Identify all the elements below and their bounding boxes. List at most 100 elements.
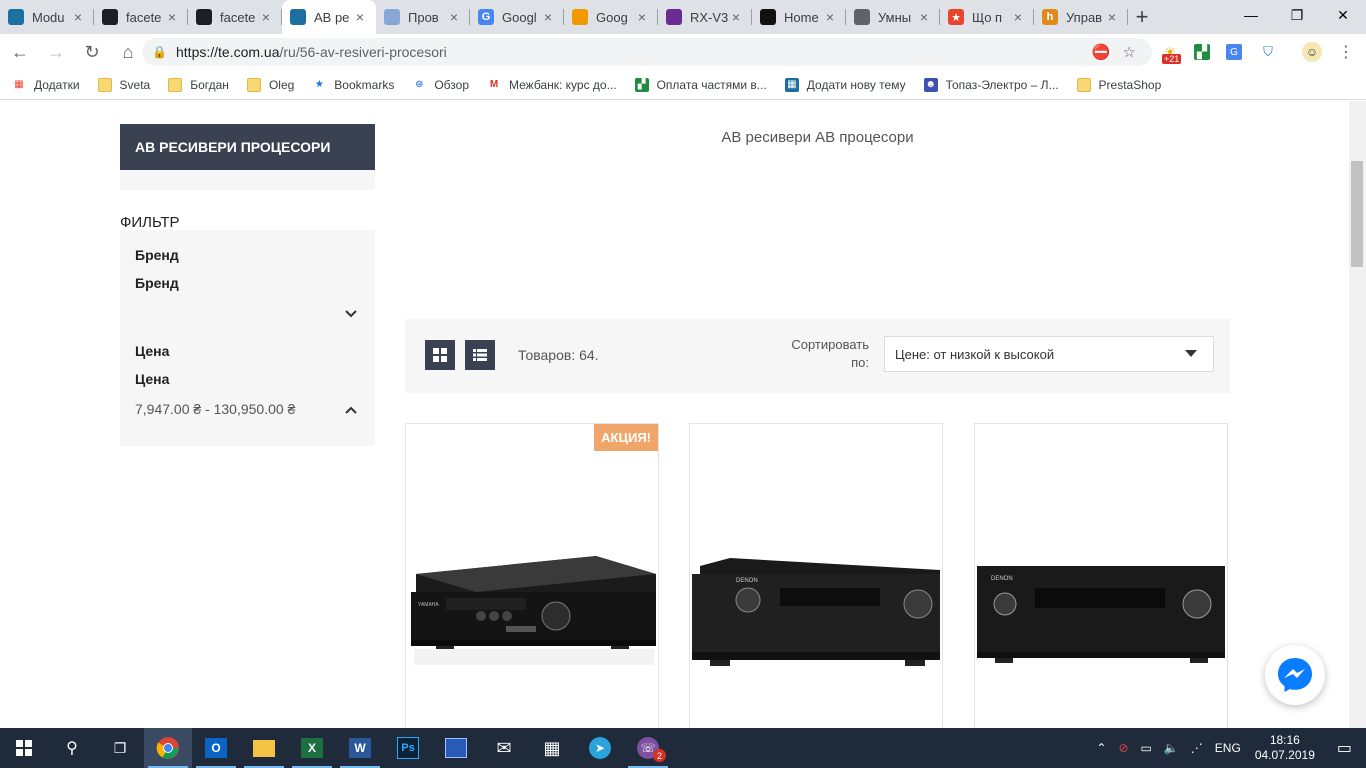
tab-close-icon[interactable]: × [822, 9, 838, 25]
viber-taskbar-button[interactable]: ☏ 2 [624, 728, 672, 768]
tab-close-icon[interactable]: × [164, 9, 180, 25]
browser-tab[interactable]: G Googl × [470, 0, 564, 34]
forward-button[interactable]: → [40, 36, 72, 68]
tab-close-icon[interactable]: × [1104, 9, 1120, 25]
browser-tab[interactable]: h Управ × [1034, 0, 1128, 34]
page-scrollbar[interactable] [1349, 101, 1366, 728]
tab-close-icon[interactable]: × [540, 9, 556, 25]
browser-tab[interactable]: Goog × [564, 0, 658, 34]
browser-tab[interactable]: facete × [94, 0, 188, 34]
profile-avatar[interactable]: ☺ [1302, 42, 1322, 62]
explorer-taskbar-button[interactable] [240, 728, 288, 768]
bookmark-item[interactable]: ☻ Топаз-Электро – Л... [923, 77, 1059, 92]
mail-taskbar-button[interactable]: ✉ [480, 728, 528, 768]
tab-favicon-icon [8, 9, 24, 25]
bookmark-item[interactable]: Богдан [168, 77, 229, 92]
new-tab-button[interactable]: + [1128, 0, 1156, 34]
bookmark-item[interactable]: ★ Bookmarks [312, 78, 395, 92]
sort-select[interactable]: Цене: от низкой к высокой [884, 336, 1214, 372]
clock[interactable]: 18:16 04.07.2019 [1255, 733, 1315, 763]
bookmark-item[interactable]: ▦ Додати нову тему [784, 77, 906, 92]
bookmark-item[interactable]: M Межбанк: курс до... [487, 78, 617, 92]
bookmark-star-icon[interactable]: ☆ [1123, 43, 1136, 61]
tab-favicon-icon [196, 9, 212, 25]
tab-title: Що п [972, 9, 1003, 25]
outlook-taskbar-button[interactable]: O [192, 728, 240, 768]
weather-extension-icon[interactable]: ☀ +21 [1160, 42, 1182, 64]
minimize-button[interactable]: — [1228, 0, 1274, 30]
list-view-button[interactable] [465, 340, 495, 370]
restore-button[interactable]: ❐ [1274, 0, 1320, 30]
folder-icon [1076, 77, 1091, 92]
search-button[interactable]: ⚲ [48, 728, 96, 768]
battery-icon[interactable]: ▭ [1141, 741, 1152, 755]
bookmark-item[interactable]: ⊜ Обзор [412, 78, 469, 92]
start-button[interactable] [0, 728, 48, 768]
browser-tab[interactable]: Пров × [376, 0, 470, 34]
antivirus-icon[interactable]: ⊘ [1118, 741, 1128, 755]
bookmark-label: Оплата частями в... [656, 77, 767, 92]
product-card[interactable]: DENON [974, 423, 1228, 728]
search-icon: ⚲ [66, 740, 78, 757]
tab-close-icon[interactable]: × [728, 9, 744, 25]
browser-tab[interactable]: ★ Що п × [940, 0, 1034, 34]
language-indicator[interactable]: ENG [1215, 741, 1241, 755]
translate-extension-icon[interactable]: G [1226, 44, 1242, 60]
tab-close-icon[interactable]: × [916, 9, 932, 25]
back-button[interactable]: ← [4, 36, 36, 68]
notification-icon[interactable]: ▭ [1337, 738, 1352, 758]
tab-favicon-icon: h [1042, 9, 1058, 25]
bookmark-item[interactable]: ▦ Додатки [12, 78, 79, 92]
close-window-button[interactable]: ✕ [1320, 0, 1366, 30]
browser-tab[interactable]: facete × [188, 0, 282, 34]
folder-icon [97, 77, 112, 92]
chevron-up-icon[interactable] [345, 403, 357, 417]
browser-tab[interactable]: Modu × [0, 0, 94, 34]
task-view-button[interactable]: ❐ [96, 728, 144, 768]
calculator-taskbar-button[interactable]: ▦ [528, 728, 576, 768]
chevron-down-icon[interactable] [345, 307, 357, 321]
product-card[interactable]: DENON [689, 423, 943, 728]
volume-icon[interactable]: 🔈 [1164, 741, 1179, 755]
network-icon[interactable]: ⋰ [1191, 741, 1203, 755]
messenger-icon [1278, 658, 1312, 692]
photoshop-taskbar-button[interactable]: Ps [384, 728, 432, 768]
browser-tab[interactable]: АВ ре × [282, 0, 376, 34]
tab-close-icon[interactable]: × [446, 9, 462, 25]
bookmark-item[interactable]: Sveta [97, 77, 150, 92]
browser-tab[interactable]: Home × [752, 0, 846, 34]
tab-close-icon[interactable]: × [70, 9, 86, 25]
reload-button[interactable]: ↻ [76, 36, 108, 68]
bookmark-item[interactable]: PrestaShop [1076, 77, 1161, 92]
address-bar[interactable]: 🔒 https://te.com.ua/ru/56-av-resiveri-pr… [142, 38, 1152, 66]
grid-view-button[interactable] [425, 340, 455, 370]
tab-favicon-icon [384, 9, 400, 25]
bookmark-item[interactable]: ▞ Оплата частями в... [634, 77, 767, 92]
translate-blocked-icon[interactable]: ⛔ [1092, 43, 1111, 61]
shield-extension-icon[interactable]: ⛉ [1258, 42, 1278, 62]
photoshop-icon: Ps [397, 737, 419, 759]
menu-icon[interactable]: ⋮ [1336, 42, 1356, 62]
tab-close-icon[interactable]: × [352, 9, 368, 25]
folder-icon [246, 77, 261, 92]
tab-close-icon[interactable]: × [634, 9, 650, 25]
chevron-up-icon[interactable]: ⌃ [1096, 741, 1106, 755]
tab-close-icon[interactable]: × [258, 9, 274, 25]
product-card[interactable]: АКЦИЯ! YAMAHA [405, 423, 659, 728]
calculator-app-taskbar-button[interactable] [432, 728, 480, 768]
word-taskbar-button[interactable]: W [336, 728, 384, 768]
browser-tab[interactable]: RX-V3 × [658, 0, 752, 34]
receiver-image[interactable]: DENON [690, 556, 942, 666]
scrollbar-thumb[interactable] [1351, 161, 1363, 267]
tab-close-icon[interactable]: × [1010, 9, 1026, 25]
browser-tab[interactable]: Умны × [846, 0, 940, 34]
excel-taskbar-button[interactable]: X [288, 728, 336, 768]
chrome-taskbar-button[interactable] [144, 728, 192, 768]
receiver-image[interactable]: DENON [975, 564, 1227, 664]
telegram-taskbar-button[interactable]: ➤ [576, 728, 624, 768]
home-button[interactable]: ⌂ [112, 36, 144, 68]
bookmark-item[interactable]: Oleg [246, 77, 294, 92]
privat-extension-icon[interactable]: ▞ [1194, 44, 1210, 60]
receiver-image[interactable]: YAMAHA [406, 554, 658, 684]
messenger-chat-button[interactable] [1265, 645, 1325, 705]
